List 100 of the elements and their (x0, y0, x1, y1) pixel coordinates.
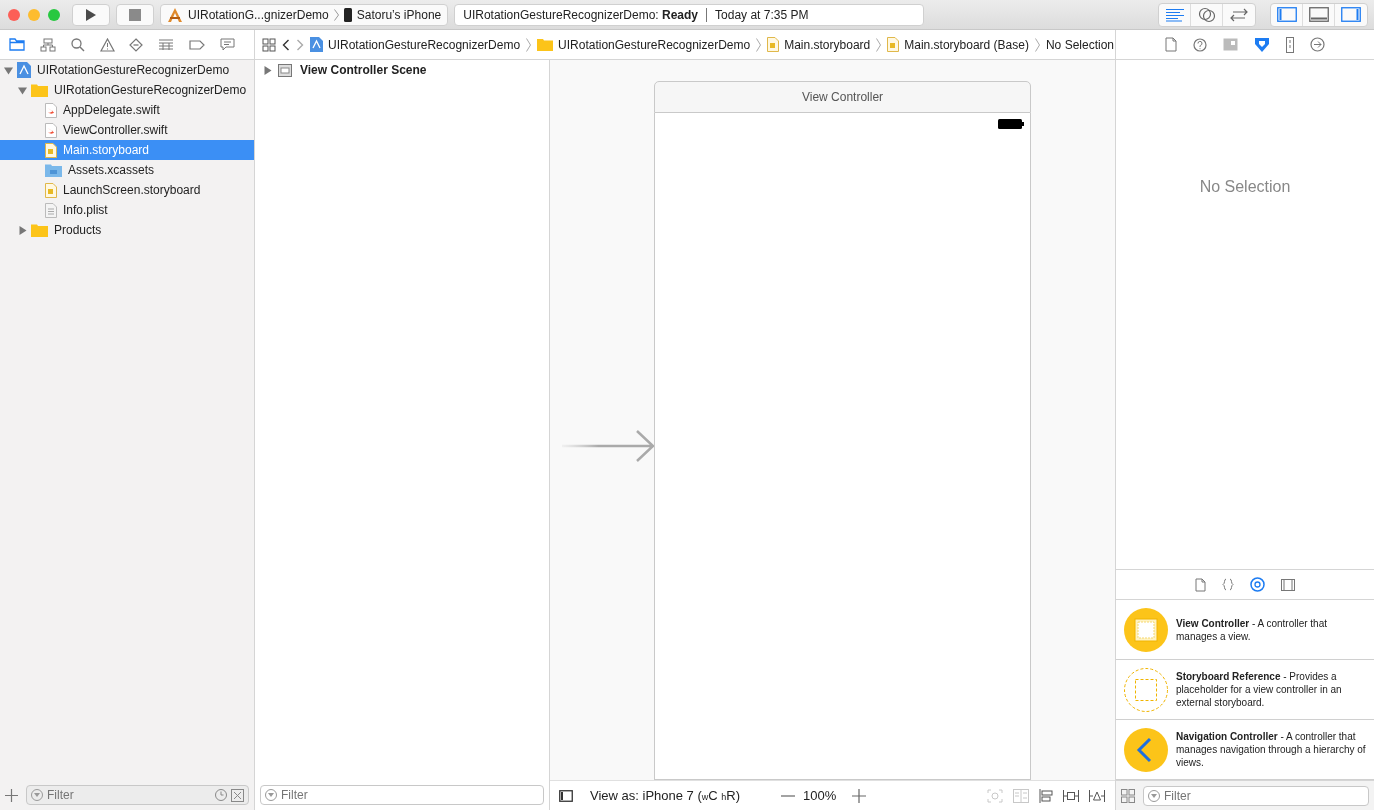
build-time: Today at 7:35 PM (715, 7, 809, 22)
lines-icon (1164, 7, 1185, 22)
stop-icon (129, 8, 141, 21)
library-tab[interactable] (1248, 575, 1267, 594)
storyboard-reference-icon (1124, 667, 1168, 712)
library-tab[interactable] (1193, 575, 1208, 594)
ruler-icon (1286, 36, 1294, 53)
box-x-icon[interactable] (231, 788, 244, 802)
warning-icon (99, 37, 115, 52)
filter-input[interactable]: Filter (281, 788, 539, 802)
zoom-in-icon[interactable] (852, 788, 867, 803)
folder-icon (31, 83, 48, 97)
swap-arrows-icon (1229, 7, 1249, 22)
zoom-level: 100% (803, 788, 837, 803)
path-segment[interactable]: UIRotationGestureRecognizerDemo (310, 37, 521, 52)
circles-icon (1197, 6, 1216, 23)
inspector-tab[interactable] (1308, 35, 1327, 54)
disclosure-right-icon[interactable] (18, 225, 27, 235)
sidebar-toggle-icon[interactable] (559, 789, 573, 802)
filter-field[interactable]: Filter (1143, 785, 1369, 806)
navigator-tab[interactable] (217, 36, 237, 53)
disclosure-right-icon[interactable] (263, 65, 272, 75)
build-status: UIRotationGestureRecognizerDemo: Ready (463, 7, 699, 22)
file-tree-row[interactable]: AppDelegate.swift (0, 100, 254, 120)
path-segment[interactable]: No Selection (1045, 37, 1114, 52)
phone-icon (343, 7, 352, 22)
zoom-out-icon[interactable] (781, 794, 795, 797)
file-tree-row[interactable]: ViewController.swift (0, 120, 254, 140)
film-icon (1281, 578, 1295, 591)
library-item[interactable]: View Controller - A controller that manages a view. (1116, 600, 1374, 660)
filter-icon (31, 789, 43, 801)
empty-state-text: No Selection (1199, 177, 1291, 196)
assets-folder-icon (45, 163, 62, 177)
filter-field[interactable]: Filter (26, 785, 249, 805)
align-icon (1039, 788, 1053, 803)
document-icon (1195, 577, 1206, 592)
clock-icon[interactable] (215, 789, 227, 801)
file-tree-row[interactable]: Products (0, 220, 254, 240)
document-icon (1165, 37, 1177, 52)
filter-icon (265, 789, 277, 801)
library-item[interactable]: Storyboard Reference - Provides a placeholder for a view controller in an external storyboard. (1116, 660, 1374, 720)
filter-field[interactable]: Filter (260, 785, 544, 805)
scene-row[interactable]: View Controller Scene (255, 60, 549, 80)
resolve-icon (1089, 789, 1105, 802)
path-segment[interactable]: Main.storyboard (Base) (887, 37, 1029, 52)
run-button[interactable] (72, 3, 110, 26)
scheme-selector[interactable]: UIRotationG...gnizerDemo Satoru’s iPhone (160, 3, 449, 26)
chevron-icon (526, 37, 532, 52)
update-frames-icon (987, 788, 1003, 803)
library-tab[interactable] (1220, 576, 1236, 593)
speech-bubble-icon (219, 38, 235, 51)
braces-icon (1222, 578, 1234, 591)
inspector-tab[interactable] (1284, 34, 1296, 55)
shield-arrow-icon (1254, 36, 1270, 53)
navigator-tab[interactable] (7, 36, 28, 53)
hierarchy-icon (40, 37, 57, 52)
inspector-tab[interactable] (1191, 35, 1209, 54)
library-item-description: Storyboard Reference - Provides a placeholder for a view controller in an external storyboard. (1176, 670, 1343, 709)
target-icon (1250, 577, 1265, 592)
navigation-controller-icon (1124, 727, 1168, 772)
library-item-description: Navigation Controller - A controller that manages navigation through a hierarchy of views. (1176, 730, 1367, 769)
path-segment[interactable]: UIRotationGestureRecognizerDemo (537, 37, 751, 52)
storyboard-file-icon (45, 182, 57, 198)
add-icon[interactable] (5, 788, 18, 802)
file-tree-row[interactable]: LaunchScreen.storyboard (0, 180, 254, 200)
bottom-panel-icon (1308, 7, 1329, 22)
chevron-icon (876, 37, 882, 52)
table-icon (158, 38, 175, 51)
file-tree-row[interactable]: UIRotationGestureRecognizerDemo (0, 60, 254, 80)
chevron-icon (756, 37, 762, 52)
stop-button[interactable] (116, 3, 154, 26)
left-panel-icon (1276, 7, 1297, 22)
folder-icon (31, 223, 48, 237)
navigator-tab[interactable] (97, 35, 117, 54)
file-tree-row[interactable]: UIRotationGestureRecognizerDemo (0, 80, 254, 100)
folder-icon (9, 38, 26, 51)
scheme-name: UIRotationG...gnizerDemo (188, 7, 329, 22)
chevron-icon (1034, 37, 1040, 52)
entry-point-arrow[interactable] (562, 429, 656, 463)
library-tab[interactable] (1279, 576, 1297, 593)
path-segment[interactable]: Main.storyboard (767, 37, 871, 52)
grid-icon[interactable] (262, 37, 276, 52)
storyboard-file-icon (887, 37, 900, 52)
scene-title-bar[interactable]: View Controller (654, 81, 1031, 113)
project-icon (17, 62, 31, 78)
navigator-tab[interactable] (38, 35, 59, 54)
pin-icon (1063, 789, 1079, 802)
app-icon (167, 6, 183, 23)
file-tree-row[interactable]: Info.plist (0, 200, 254, 220)
library-item-description: View Controller - A controller that manages a view. (1176, 616, 1328, 643)
navigator-tab[interactable] (68, 35, 87, 54)
filter-input[interactable]: Filter (47, 788, 211, 802)
project-icon (310, 37, 323, 52)
arrow-circle-icon (1310, 37, 1325, 52)
navigator-tab[interactable] (186, 37, 207, 52)
file-tree-row[interactable]: Assets.xcassets (0, 160, 254, 180)
grid-icon[interactable] (1121, 788, 1135, 803)
chevron-icon (333, 8, 339, 21)
window-close-button[interactable] (8, 8, 20, 21)
inspector-tab[interactable] (1163, 35, 1179, 54)
